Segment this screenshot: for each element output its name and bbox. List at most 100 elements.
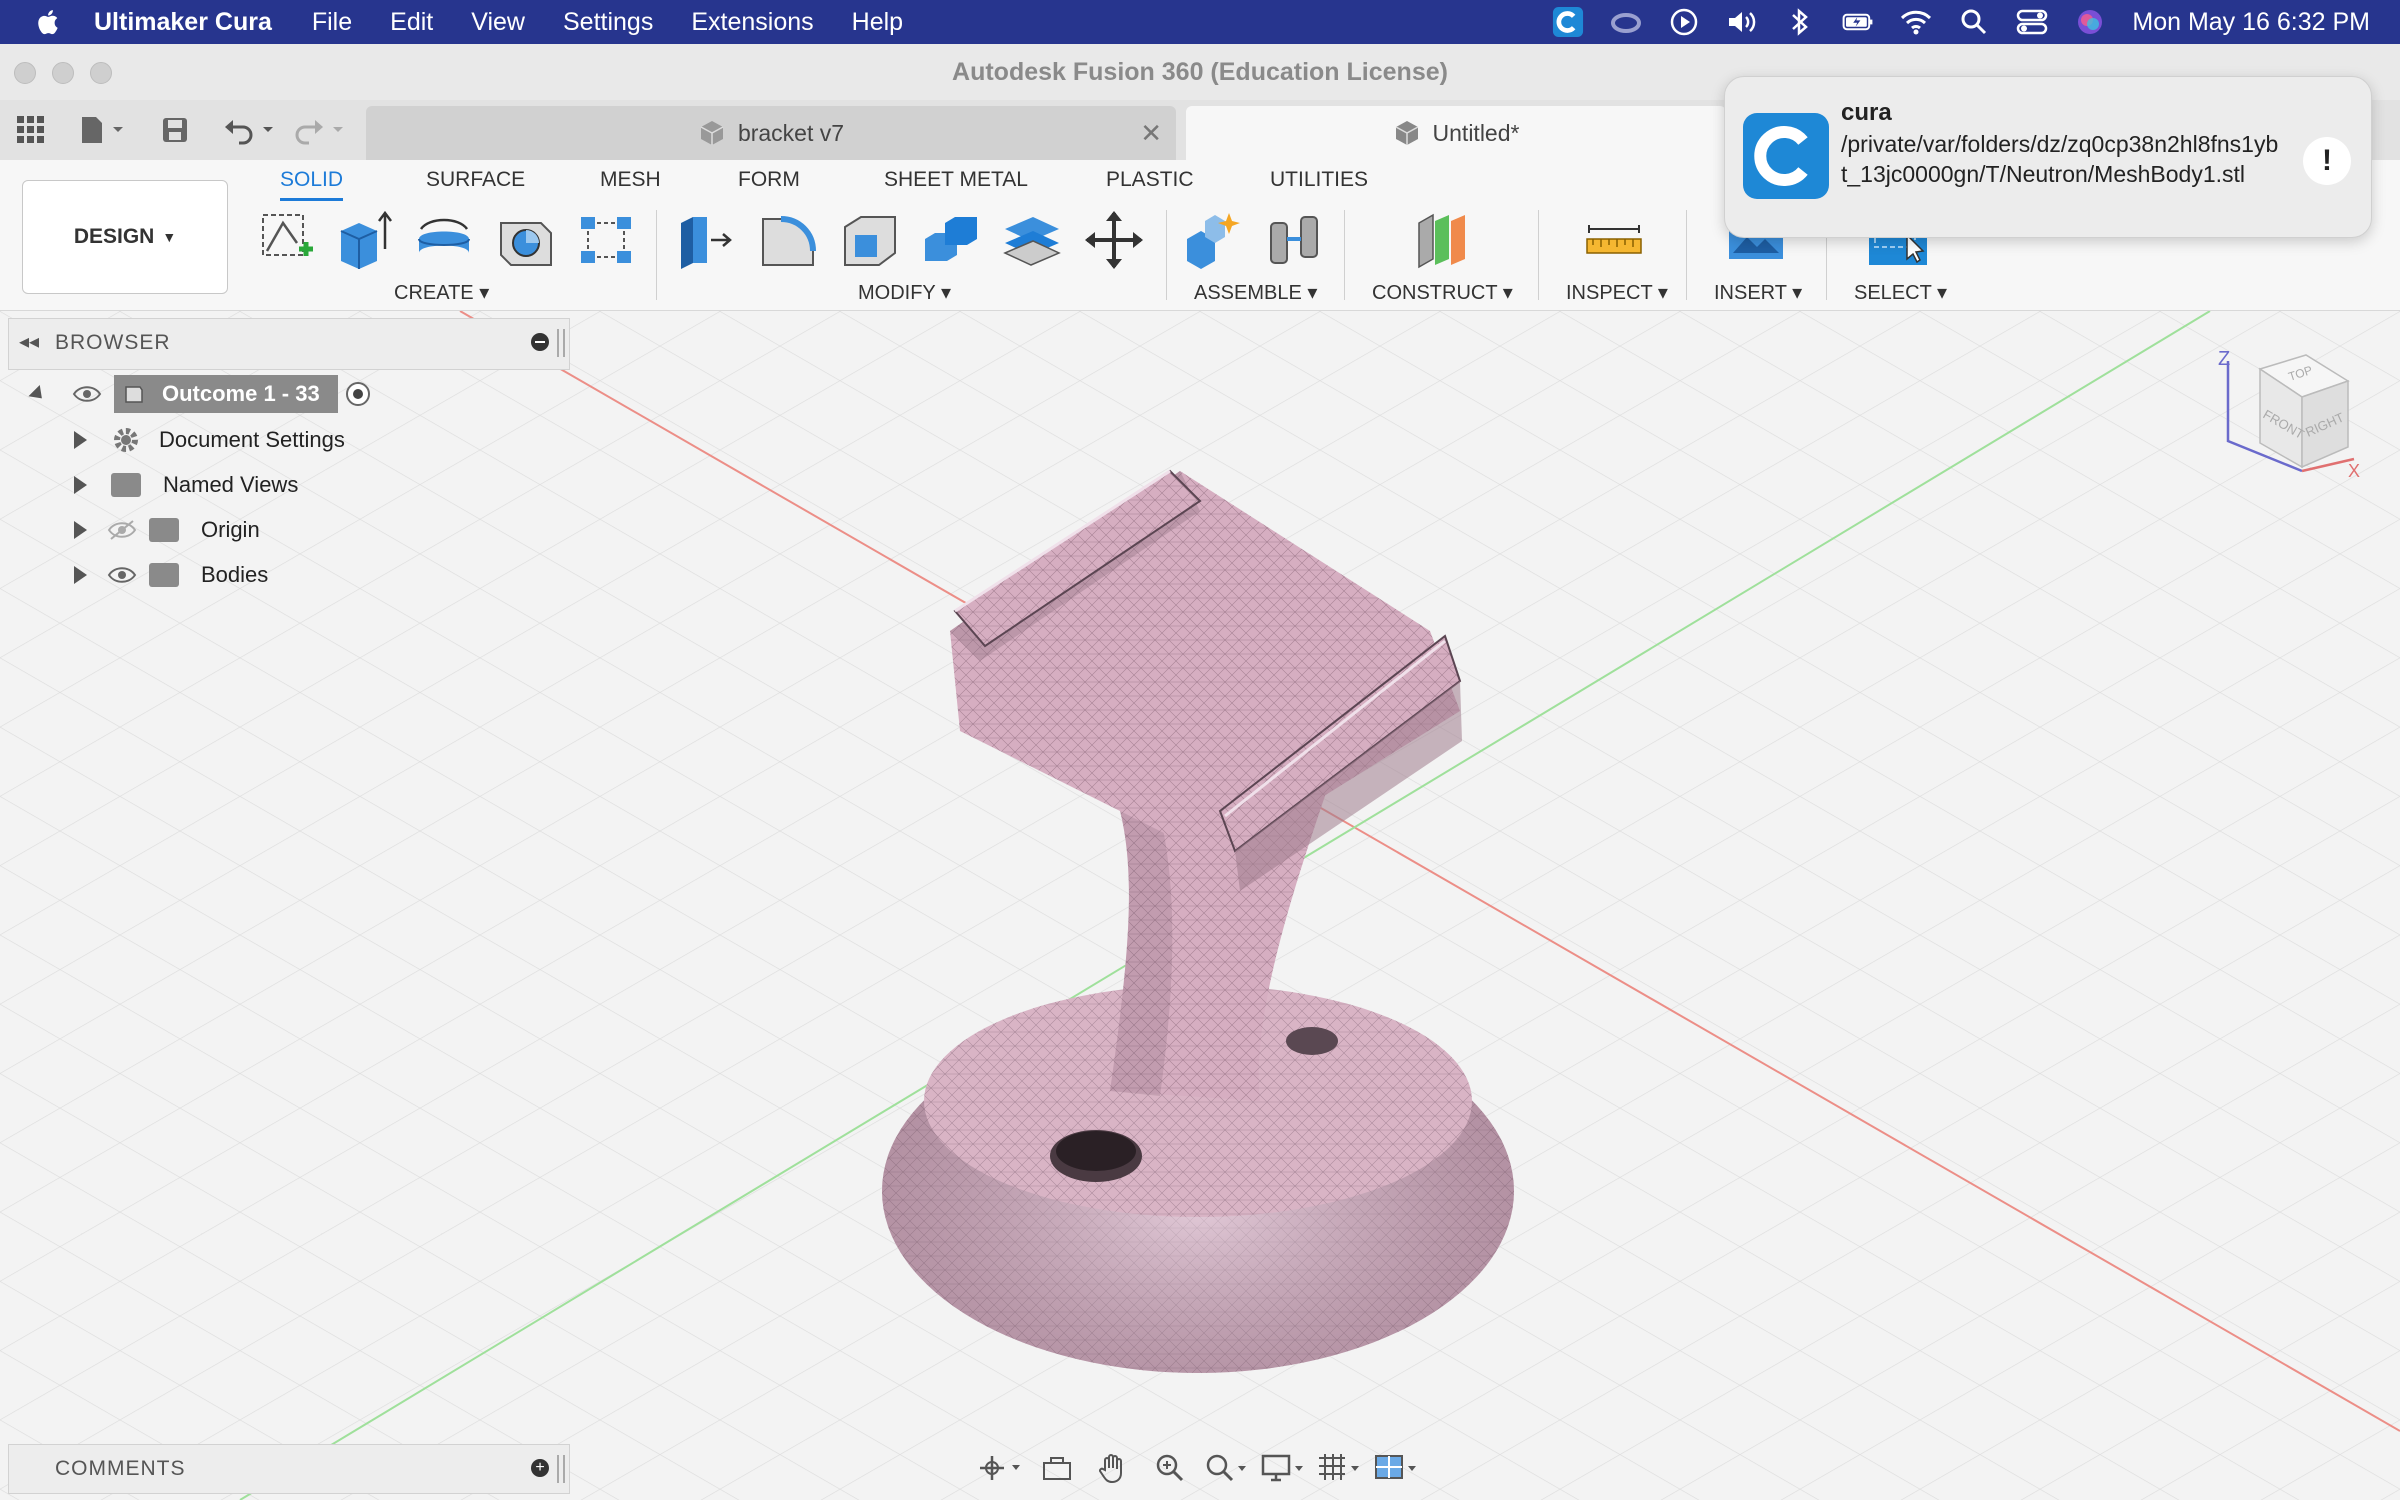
siri-icon[interactable] xyxy=(2074,6,2106,38)
fit-zoom-icon[interactable] xyxy=(1204,1448,1249,1488)
clock[interactable]: Mon May 16 6:32 PM xyxy=(2132,8,2370,37)
expand-triangle-icon[interactable] xyxy=(74,521,87,539)
close-tab-icon[interactable]: ✕ xyxy=(1140,118,1162,149)
combine-icon[interactable] xyxy=(918,208,982,272)
group-select[interactable]: SELECT ▾ xyxy=(1854,280,1947,305)
group-inspect[interactable]: INSPECT ▾ xyxy=(1566,280,1668,305)
group-construct[interactable]: CONSTRUCT ▾ xyxy=(1372,280,1513,305)
offset-face-icon[interactable] xyxy=(1000,208,1064,272)
display-settings-icon[interactable] xyxy=(1261,1448,1306,1488)
view-cube[interactable]: TOP FRONT RIGHT Z X xyxy=(2210,348,2360,501)
joint-icon[interactable] xyxy=(1262,208,1326,272)
creative-cloud-icon[interactable] xyxy=(1610,6,1642,38)
volume-icon[interactable] xyxy=(1726,6,1758,38)
grid-settings-icon[interactable] xyxy=(1317,1448,1362,1488)
toolbar-separator xyxy=(1344,210,1345,300)
tab-utilities[interactable]: UTILITIES xyxy=(1270,168,1368,198)
pan-hand-icon[interactable] xyxy=(1091,1448,1136,1488)
menu-file[interactable]: File xyxy=(312,8,352,37)
create-sketch-icon[interactable] xyxy=(254,208,318,272)
activate-radio-icon[interactable] xyxy=(344,380,372,408)
viewcube-z-axis-label: Z xyxy=(2218,351,2230,370)
notification-alert-button[interactable]: ! xyxy=(2303,137,2351,185)
measure-icon[interactable] xyxy=(1582,208,1646,272)
panel-minimize-icon[interactable] xyxy=(531,333,549,351)
menubar-status-area: Mon May 16 6:32 PM xyxy=(1552,0,2370,44)
group-create[interactable]: CREATE ▾ xyxy=(394,280,489,305)
expand-triangle-icon[interactable] xyxy=(74,476,87,494)
tree-item-bodies[interactable]: Bodies xyxy=(30,555,590,595)
tab-untitled[interactable]: Untitled* xyxy=(1186,106,1726,160)
undo-icon[interactable] xyxy=(222,110,280,150)
wifi-icon[interactable] xyxy=(1900,6,1932,38)
zoom-icon[interactable] xyxy=(1148,1448,1193,1488)
add-comment-icon[interactable]: + xyxy=(531,1459,549,1477)
group-modify[interactable]: MODIFY ▾ xyxy=(858,280,951,305)
redo-icon[interactable] xyxy=(292,110,350,150)
file-menu-icon[interactable] xyxy=(76,110,132,150)
tab-bracket-v7[interactable]: bracket v7 ✕ xyxy=(366,106,1176,160)
hole-icon[interactable] xyxy=(494,208,558,272)
group-insert[interactable]: INSERT ▾ xyxy=(1714,280,1802,305)
panel-resize-handle[interactable] xyxy=(557,1455,565,1483)
menu-extensions[interactable]: Extensions xyxy=(691,8,813,37)
tab-mesh[interactable]: MESH xyxy=(600,168,661,198)
tree-root-row[interactable]: Outcome 1 - 33 xyxy=(28,374,590,414)
tree-item-named-views[interactable]: Named Views xyxy=(30,465,590,505)
notification-banner[interactable]: cura /private/var/folders/dz/zq0cp38n2hl… xyxy=(1724,76,2372,238)
workspace-switcher-button[interactable]: DESIGN ▼ xyxy=(22,180,228,294)
save-icon[interactable] xyxy=(158,110,192,150)
pattern-icon[interactable] xyxy=(574,208,638,272)
spotlight-search-icon[interactable] xyxy=(1958,6,1990,38)
new-component-icon[interactable] xyxy=(1180,208,1244,272)
tree-item-label: Bodies xyxy=(201,562,269,587)
tab-form[interactable]: FORM xyxy=(738,168,800,198)
group-assemble[interactable]: ASSEMBLE ▾ xyxy=(1194,280,1317,305)
tab-plastic[interactable]: PLASTIC xyxy=(1106,168,1194,198)
look-at-icon[interactable] xyxy=(1035,1448,1080,1488)
root-component-chip[interactable]: Outcome 1 - 33 xyxy=(114,375,338,413)
comments-panel-header[interactable]: COMMENTS + xyxy=(8,1444,570,1494)
menu-edit[interactable]: Edit xyxy=(390,8,433,37)
menu-view[interactable]: View xyxy=(471,8,525,37)
control-center-icon[interactable] xyxy=(2016,6,2048,38)
eye-icon[interactable] xyxy=(107,564,137,586)
menu-settings[interactable]: Settings xyxy=(563,8,653,37)
shell-icon[interactable] xyxy=(838,208,902,272)
tree-item-document-settings[interactable]: Document Settings xyxy=(30,420,590,460)
browser-panel-header[interactable]: ◂◂ BROWSER xyxy=(8,318,570,370)
tab-sheet-metal[interactable]: SHEET METAL xyxy=(884,168,1028,198)
notification-title: cura xyxy=(1841,99,1892,126)
cura-status-icon[interactable] xyxy=(1552,6,1584,38)
viewports-icon[interactable] xyxy=(1374,1448,1419,1488)
fillet-icon[interactable] xyxy=(756,208,820,272)
menu-help[interactable]: Help xyxy=(852,8,903,37)
panel-resize-handle[interactable] xyxy=(557,329,565,357)
browser-title: BROWSER xyxy=(55,331,171,354)
macos-menubar: Ultimaker Cura File Edit View Settings E… xyxy=(0,0,2400,44)
move-copy-icon[interactable] xyxy=(1082,208,1146,272)
construction-plane-icon[interactable] xyxy=(1410,208,1474,272)
bluetooth-icon[interactable] xyxy=(1784,6,1816,38)
orbit-icon[interactable] xyxy=(978,1448,1023,1488)
expand-triangle-icon[interactable] xyxy=(74,431,87,449)
extrude-icon[interactable] xyxy=(332,208,396,272)
play-icon[interactable] xyxy=(1668,6,1700,38)
folder-icon xyxy=(149,518,179,542)
tab-label: Untitled* xyxy=(1432,119,1520,146)
tab-solid[interactable]: SOLID xyxy=(280,168,344,201)
collapse-panel-icon[interactable]: ◂◂ xyxy=(19,329,39,354)
apple-logo-icon[interactable] xyxy=(34,7,64,37)
eye-hidden-icon[interactable] xyxy=(107,519,137,541)
root-component-label: Outcome 1 - 33 xyxy=(162,381,320,406)
revolve-icon[interactable] xyxy=(412,208,476,272)
tree-item-origin[interactable]: Origin xyxy=(30,510,590,550)
press-pull-icon[interactable] xyxy=(674,208,738,272)
menubar-app-name[interactable]: Ultimaker Cura xyxy=(94,8,272,37)
eye-icon[interactable] xyxy=(72,383,102,405)
data-panel-grid-icon[interactable] xyxy=(14,110,48,150)
tab-surface[interactable]: SURFACE xyxy=(426,168,525,198)
expand-triangle-icon[interactable] xyxy=(74,566,87,584)
battery-icon[interactable] xyxy=(1842,6,1874,38)
collapse-triangle-icon[interactable] xyxy=(28,384,48,404)
